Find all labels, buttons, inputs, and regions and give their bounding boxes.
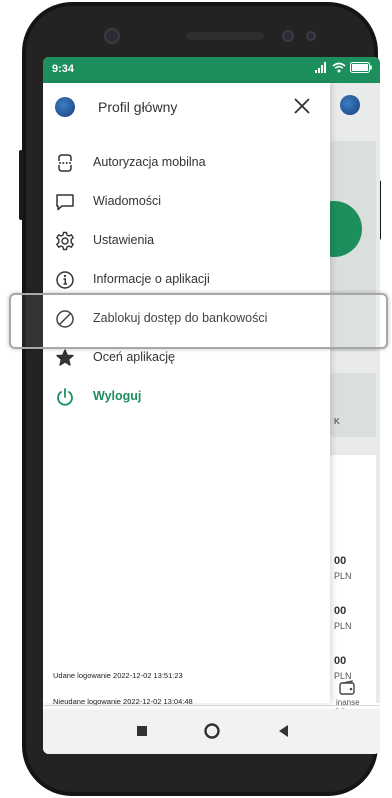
menu-item-label: Informacje o aplikacji — [93, 272, 210, 286]
wifi-icon — [332, 62, 346, 73]
sensor-dot — [282, 30, 294, 42]
gear-icon — [56, 231, 74, 251]
menu-item-label: Oceń aplikację — [93, 350, 175, 364]
info-icon — [56, 271, 74, 289]
last-successful-login: Udane logowanie 2022-12-02 13:51:23 — [53, 671, 183, 680]
signal-icon — [315, 62, 326, 73]
phone-screen: 9:34 K 00 PLN 00 PLN 00 PLN Profil główn… — [43, 57, 380, 754]
mobile-authorization-icon — [58, 154, 72, 172]
finance-tab-icon — [339, 680, 355, 695]
navigation-drawer: Profil główny Autoryzacja mobilna Wiadom… — [43, 83, 330, 706]
sensor-dot — [306, 31, 316, 41]
status-time: 9:34 — [52, 63, 75, 75]
message-icon — [56, 194, 74, 211]
profile-avatar — [55, 97, 75, 117]
menu-item-logout[interactable]: Wyloguj — [43, 378, 330, 416]
profile-title: Profil główny — [98, 99, 178, 115]
bg-quick-card: K — [330, 373, 376, 437]
background-app: K 00 PLN 00 PLN 00 PLN 00 — [306, 83, 380, 725]
earpiece-speaker — [186, 32, 264, 40]
menu-item-settings[interactable]: Ustawienia — [43, 222, 330, 260]
menu-item-label: Ustawienia — [93, 233, 155, 247]
menu-item-label: Autoryzacja mobilna — [93, 155, 206, 169]
highlight-box — [9, 293, 388, 349]
system-navigation-bar — [43, 709, 380, 754]
recent-apps-button[interactable] — [137, 726, 147, 736]
front-camera — [104, 28, 120, 44]
volume-button — [19, 150, 23, 220]
close-icon[interactable] — [289, 93, 315, 119]
drawer-header: Profil główny — [43, 83, 330, 131]
status-icons — [315, 62, 372, 73]
bg-amount: 00 — [334, 555, 347, 567]
home-button[interactable] — [203, 722, 221, 740]
star-icon — [56, 349, 74, 366]
bg-currency: PLN — [334, 621, 352, 631]
bg-card-label: K — [334, 417, 340, 426]
battery-icon — [350, 62, 372, 73]
divider — [43, 705, 380, 706]
bg-avatar — [340, 95, 360, 115]
power-icon — [57, 388, 73, 406]
status-bar: 9:34 — [43, 57, 380, 83]
bg-currency: PLN — [334, 571, 352, 581]
bg-amount: 00 — [334, 655, 347, 667]
menu-item-mobile-authorization[interactable]: Autoryzacja mobilna — [43, 144, 330, 182]
menu-item-label: Wiadomości — [93, 194, 162, 208]
menu-item-label: Wyloguj — [93, 389, 142, 403]
menu-item-messages[interactable]: Wiadomości — [43, 183, 330, 221]
back-button[interactable] — [279, 725, 289, 737]
bg-amount: 00 — [334, 605, 347, 617]
